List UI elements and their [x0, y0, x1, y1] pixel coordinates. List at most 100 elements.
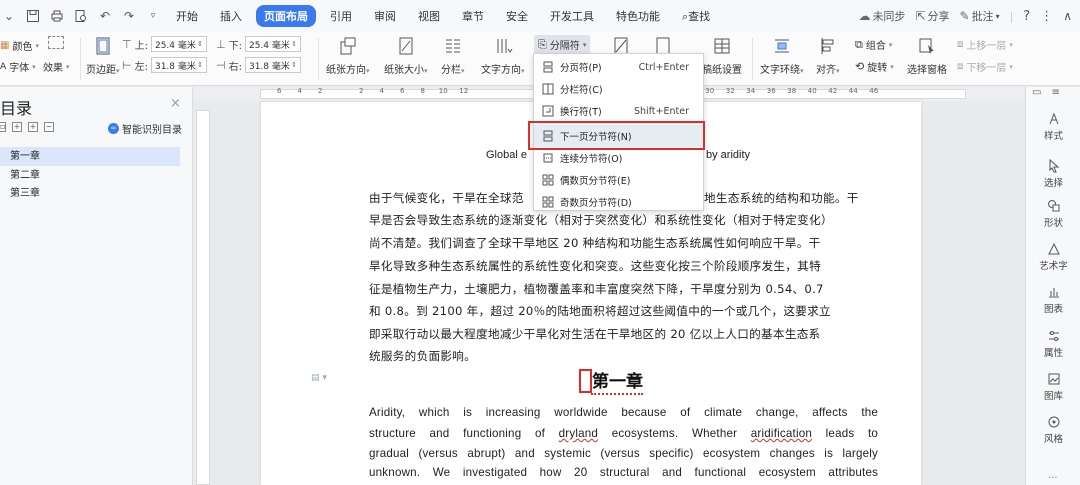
en-paragraph-line: unknown. We investigated how 20 structur… [369, 466, 878, 479]
comment-button[interactable]: ✎ 批注 ▾ [960, 8, 1000, 24]
tab-insert[interactable]: 插入 [212, 5, 250, 27]
odd-page-section-break-item[interactable]: 奇数页分节符(D) [534, 191, 703, 213]
theme-color-button[interactable]: ▦ 颜色 ▾ [0, 38, 39, 53]
ruler-tick-label: 38 [787, 87, 797, 95]
menu-icon[interactable]: ≡ [1051, 87, 1059, 98]
select-panel-button[interactable]: 选择 [1026, 159, 1080, 189]
word: 20 [574, 466, 588, 479]
spinner-icon[interactable]: ⇕ [197, 61, 203, 69]
ruler-tick-label: 6 [277, 87, 282, 95]
right-margin-input[interactable]: 31.8 毫米 ⇕ [244, 57, 301, 73]
word: affects [812, 406, 848, 419]
tab-developer[interactable]: 开发工具 [542, 5, 602, 27]
tab-search[interactable]: ⌕查找 [674, 5, 718, 27]
word: gradual [369, 447, 410, 460]
navigation-pane: 目录 × ▫ + + − ∞ 智能识别目录 第一章 第二章 第三章 [0, 87, 193, 485]
collapse-ribbon-button[interactable]: ∧ [1063, 9, 1072, 23]
bring-forward-button[interactable]: ⧈ 上移一层 ▾ [957, 37, 1013, 52]
page-break-item[interactable]: 分页符(P) Ctrl+Enter [534, 56, 703, 78]
theme-effect-button[interactable]: 效果 ▾ [43, 59, 70, 75]
more-icon[interactable]: ... [1048, 470, 1058, 481]
customize-toolbar-icon[interactable]: ▿ [146, 9, 160, 23]
word: ecosystem [758, 466, 816, 479]
cn-paragraph-line: 统服务的负面影响。 [369, 349, 477, 363]
text-direction-icon [492, 35, 514, 57]
paper-size-button[interactable]: 纸张大小▾ [384, 35, 428, 76]
gallery-panel-button[interactable]: 图库 [1026, 372, 1080, 402]
vertical-ruler[interactable] [196, 110, 210, 485]
more-options-button[interactable]: ⋮ [1040, 9, 1053, 24]
margin-button[interactable]: 页边距▾ [86, 35, 120, 76]
panel-toggle-icon[interactable]: ▭ [1032, 87, 1041, 98]
print-preview-icon[interactable] [74, 9, 88, 23]
tab-features[interactable]: 特色功能 [608, 5, 668, 27]
shape-panel-button[interactable]: 形状 [1026, 199, 1080, 229]
word: how [539, 466, 562, 479]
save-icon[interactable] [26, 9, 40, 23]
selection-pane-button[interactable]: 选择窗格 [907, 35, 947, 76]
style-panel-button[interactable]: 样式 [1026, 112, 1080, 142]
chevron-down-icon: ▾ [521, 67, 525, 75]
tab-section[interactable]: 章节 [454, 5, 492, 27]
column-break-icon [542, 83, 554, 95]
close-icon[interactable]: × [170, 96, 181, 111]
ruler-tick-label: 2 [318, 87, 323, 95]
undo-icon[interactable]: ↶ [98, 9, 112, 23]
group-button[interactable]: ⧉ 组合 ▾ [855, 37, 892, 53]
expand-icon[interactable]: + [12, 122, 22, 132]
share-button[interactable]: ⇱ 分享 [915, 8, 949, 24]
tab-page-layout[interactable]: 页面布局 [256, 5, 316, 27]
smart-toc-button[interactable]: ∞ 智能识别目录 [108, 121, 182, 136]
left-margin-input[interactable]: 31.8 毫米 ⇕ [150, 57, 207, 73]
page-color-button[interactable] [48, 36, 64, 49]
align-label: 对齐 [816, 65, 836, 76]
toc-item-chapter-1[interactable]: 第一章 [0, 147, 180, 166]
break-button[interactable]: ⎘ 分隔符 ▾ [534, 35, 591, 54]
redo-icon[interactable]: ↷ [122, 9, 136, 23]
rotate-button[interactable]: ⟲ 旋转 ▾ [855, 59, 894, 74]
collapse-icon[interactable]: − [44, 122, 54, 132]
toc-item-chapter-2[interactable]: 第二章 [0, 166, 180, 185]
send-backward-button[interactable]: ⧈ 下移一层 ▾ [957, 59, 1013, 74]
toc-item-chapter-3[interactable]: 第三章 [0, 184, 180, 203]
tab-view[interactable]: 视图 [410, 5, 448, 27]
spinner-icon[interactable]: ⇕ [197, 40, 203, 48]
property-panel-button[interactable]: 属性 [1026, 329, 1080, 359]
theme-font-button[interactable]: A 字体 ▾ [0, 59, 36, 75]
left-margin-icon: ⊢ [122, 58, 132, 72]
word: to [867, 427, 879, 440]
even-page-section-break-item[interactable]: 偶数页分节符(E) [534, 169, 703, 191]
tab-review[interactable]: 审阅 [366, 5, 404, 27]
right-margin-value: 31.8 毫米 [248, 61, 290, 72]
sync-status[interactable]: ☁ 未同步 [858, 8, 905, 24]
wordart-panel-button[interactable]: 艺术字 [1026, 242, 1080, 272]
continuous-section-break-item[interactable]: 连续分节符(O) [534, 147, 703, 169]
break-icon: ⎘ [538, 37, 547, 51]
orientation-button[interactable]: 纸张方向▾ [326, 35, 370, 76]
add-icon[interactable]: + [28, 122, 38, 132]
columns-button[interactable]: 分栏▾ [441, 35, 465, 76]
spinner-icon[interactable]: ⇕ [291, 61, 297, 69]
align-button[interactable]: 对齐▾ [816, 35, 840, 76]
text-direction-button[interactable]: 文字方向▾ [481, 35, 525, 76]
theme-panel-button[interactable]: 风格 [1026, 415, 1080, 445]
text-wrap-button[interactable]: 文字环绕▾ [760, 35, 804, 76]
word: (versus [418, 447, 458, 460]
right-margin-label: 右: [228, 61, 242, 73]
draft-setting-button[interactable]: 稿纸设置 [702, 35, 742, 76]
tab-references[interactable]: 引用 [322, 5, 360, 27]
paragraph-layout-icon[interactable]: ▤ ▾ [311, 373, 327, 383]
column-break-item[interactable]: 分栏符(C) [534, 78, 703, 100]
chart-panel-button[interactable]: 图表 [1026, 285, 1080, 315]
chevron-down-icon[interactable]: ⌄ [2, 9, 16, 23]
bottom-margin-input[interactable]: 25.4 毫米 ⇕ [244, 36, 301, 52]
tab-security[interactable]: 安全 [498, 5, 536, 27]
toc-tool-icon[interactable]: ▫ [0, 122, 6, 132]
line-break-item[interactable]: 换行符(T) Shift+Enter [534, 100, 703, 122]
word: of [680, 406, 691, 419]
print-icon[interactable] [50, 9, 64, 23]
spinner-icon[interactable]: ⇕ [291, 40, 297, 48]
top-margin-input[interactable]: 25.4 毫米 ⇕ [150, 36, 207, 52]
help-button[interactable]: ? [1023, 9, 1030, 24]
tab-home[interactable]: 开始 [168, 5, 206, 27]
